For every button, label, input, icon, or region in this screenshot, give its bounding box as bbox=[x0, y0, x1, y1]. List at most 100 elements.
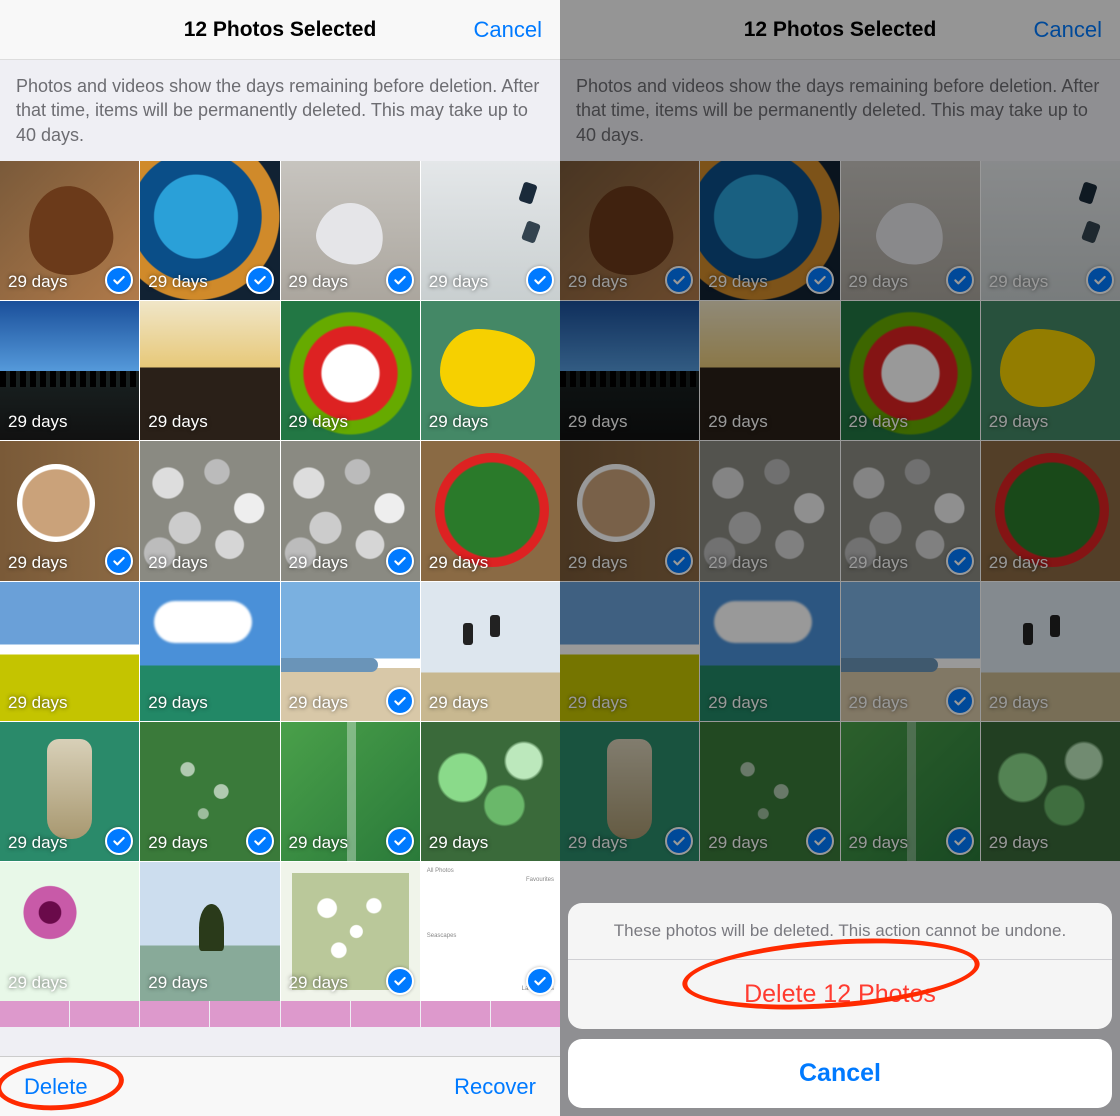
photo-thumbnail[interactable]: 29 days bbox=[841, 441, 980, 580]
photo-thumbnail[interactable]: 29 days bbox=[560, 161, 699, 300]
days-remaining-label: 29 days bbox=[429, 412, 489, 432]
photo-thumbnail[interactable]: 29 days bbox=[700, 301, 839, 440]
days-remaining-label: 29 days bbox=[849, 553, 909, 573]
days-remaining-label: 29 days bbox=[148, 973, 208, 993]
checkmark-icon bbox=[665, 547, 693, 575]
checkmark-icon bbox=[946, 827, 974, 855]
photo-thumbnail[interactable]: 29 days bbox=[981, 301, 1120, 440]
photo-thumbnail[interactable]: 29 days bbox=[560, 301, 699, 440]
days-remaining-label: 29 days bbox=[708, 272, 768, 292]
photo-thumbnail[interactable]: 29 days bbox=[421, 582, 560, 721]
days-remaining-label: 29 days bbox=[568, 553, 628, 573]
days-remaining-label: 29 days bbox=[429, 693, 489, 713]
photo-thumbnail[interactable]: 29 days bbox=[700, 161, 839, 300]
partial-row bbox=[0, 1001, 560, 1027]
photo-thumbnail[interactable]: All PhotosFavouritesSeascapesLandscapes bbox=[421, 862, 560, 1001]
photo-thumbnail[interactable]: 29 days bbox=[281, 862, 420, 1001]
photo-thumbnail[interactable]: 29 days bbox=[140, 161, 279, 300]
checkmark-icon bbox=[386, 967, 414, 995]
action-sheet: These photos will be deleted. This actio… bbox=[568, 903, 1112, 1108]
photo-thumbnail[interactable]: 29 days bbox=[560, 441, 699, 580]
checkmark-icon bbox=[946, 687, 974, 715]
delete-photos-button[interactable]: Delete 12 Photos bbox=[568, 959, 1112, 1029]
cancel-button[interactable]: Cancel bbox=[1034, 17, 1102, 43]
recover-button[interactable]: Recover bbox=[454, 1074, 536, 1100]
photo-thumbnail[interactable]: 29 days bbox=[981, 582, 1120, 721]
photo-thumbnail[interactable]: 29 days bbox=[140, 441, 279, 580]
photo-thumbnail[interactable]: 29 days bbox=[281, 722, 420, 861]
days-remaining-label: 29 days bbox=[289, 272, 349, 292]
photo-thumbnail[interactable]: 29 days bbox=[281, 301, 420, 440]
checkmark-icon bbox=[246, 827, 274, 855]
photo-thumbnail[interactable]: 29 days bbox=[140, 301, 279, 440]
days-remaining-label: 29 days bbox=[989, 553, 1049, 573]
photo-thumbnail[interactable]: 29 days bbox=[281, 161, 420, 300]
photo-thumbnail[interactable]: 29 days bbox=[0, 301, 139, 440]
photo-thumbnail[interactable]: 29 days bbox=[0, 161, 139, 300]
photo-thumbnail[interactable]: 29 days bbox=[560, 582, 699, 721]
photo-thumbnail[interactable]: 29 days bbox=[0, 722, 139, 861]
days-remaining-label: 29 days bbox=[429, 272, 489, 292]
days-remaining-label: 29 days bbox=[568, 833, 628, 853]
photo-thumbnail[interactable]: 29 days bbox=[700, 582, 839, 721]
photo-thumbnail[interactable]: 29 days bbox=[140, 722, 279, 861]
photo-thumbnail[interactable]: 29 days bbox=[841, 722, 980, 861]
days-remaining-label: 29 days bbox=[8, 693, 68, 713]
days-remaining-label: 29 days bbox=[289, 693, 349, 713]
photo-thumbnail[interactable]: 29 days bbox=[841, 301, 980, 440]
days-remaining-label: 29 days bbox=[708, 412, 768, 432]
nav-title: 12 Photos Selected bbox=[744, 18, 937, 42]
days-remaining-label: 29 days bbox=[289, 412, 349, 432]
checkmark-icon bbox=[1086, 266, 1114, 294]
photo-thumbnail[interactable]: 29 days bbox=[281, 441, 420, 580]
photo-thumbnail[interactable]: 29 days bbox=[421, 722, 560, 861]
photo-thumbnail[interactable]: 29 days bbox=[560, 722, 699, 861]
checkmark-icon bbox=[946, 547, 974, 575]
photo-thumbnail[interactable]: 29 days bbox=[140, 862, 279, 1001]
navbar: 12 Photos Selected Cancel bbox=[560, 0, 1120, 60]
photo-thumbnail[interactable]: 29 days bbox=[841, 161, 980, 300]
info-text: Photos and videos show the days remainin… bbox=[560, 60, 1120, 161]
action-sheet-block: These photos will be deleted. This actio… bbox=[568, 903, 1112, 1029]
photo-thumbnail[interactable]: 29 days bbox=[140, 582, 279, 721]
navbar: 12 Photos Selected Cancel bbox=[0, 0, 560, 60]
photo-thumbnail[interactable]: 29 days bbox=[700, 722, 839, 861]
screen-right: 12 Photos Selected Cancel Photos and vid… bbox=[560, 0, 1120, 1116]
days-remaining-label: 29 days bbox=[148, 272, 208, 292]
days-remaining-label: 29 days bbox=[708, 553, 768, 573]
photo-thumbnail[interactable]: 29 days bbox=[0, 862, 139, 1001]
cancel-button[interactable]: Cancel bbox=[474, 17, 542, 43]
toolbar: Delete Recover bbox=[0, 1056, 560, 1116]
photo-thumbnail[interactable]: 29 days bbox=[841, 582, 980, 721]
screen-left: 12 Photos Selected Cancel Photos and vid… bbox=[0, 0, 560, 1116]
days-remaining-label: 29 days bbox=[8, 553, 68, 573]
photo-thumbnail[interactable]: 29 days bbox=[281, 582, 420, 721]
photo-thumbnail[interactable]: 29 days bbox=[700, 441, 839, 580]
days-remaining-label: 29 days bbox=[289, 833, 349, 853]
photo-thumbnail[interactable]: 29 days bbox=[981, 441, 1120, 580]
info-text: Photos and videos show the days remainin… bbox=[0, 60, 560, 161]
photo-grid: 29 days29 days29 days29 days29 days29 da… bbox=[0, 161, 560, 1002]
photo-thumbnail[interactable]: 29 days bbox=[421, 161, 560, 300]
checkmark-icon bbox=[806, 827, 834, 855]
checkmark-icon bbox=[386, 687, 414, 715]
days-remaining-label: 29 days bbox=[148, 693, 208, 713]
photo-thumbnail[interactable]: 29 days bbox=[981, 722, 1120, 861]
days-remaining-label: 29 days bbox=[708, 693, 768, 713]
days-remaining-label: 29 days bbox=[148, 553, 208, 573]
photo-thumbnail[interactable]: 29 days bbox=[421, 441, 560, 580]
photo-thumbnail[interactable]: 29 days bbox=[981, 161, 1120, 300]
action-sheet-message: These photos will be deleted. This actio… bbox=[568, 903, 1112, 959]
photo-thumbnail[interactable]: 29 days bbox=[421, 301, 560, 440]
checkmark-icon bbox=[386, 266, 414, 294]
photo-thumbnail[interactable]: 29 days bbox=[0, 441, 139, 580]
days-remaining-label: 29 days bbox=[708, 833, 768, 853]
checkmark-icon bbox=[246, 266, 274, 294]
photo-thumbnail[interactable]: 29 days bbox=[0, 582, 139, 721]
days-remaining-label: 29 days bbox=[8, 412, 68, 432]
action-sheet-cancel-button[interactable]: Cancel bbox=[568, 1039, 1112, 1108]
checkmark-icon bbox=[806, 266, 834, 294]
days-remaining-label: 29 days bbox=[289, 553, 349, 573]
days-remaining-label: 29 days bbox=[989, 412, 1049, 432]
delete-button[interactable]: Delete bbox=[24, 1074, 88, 1100]
